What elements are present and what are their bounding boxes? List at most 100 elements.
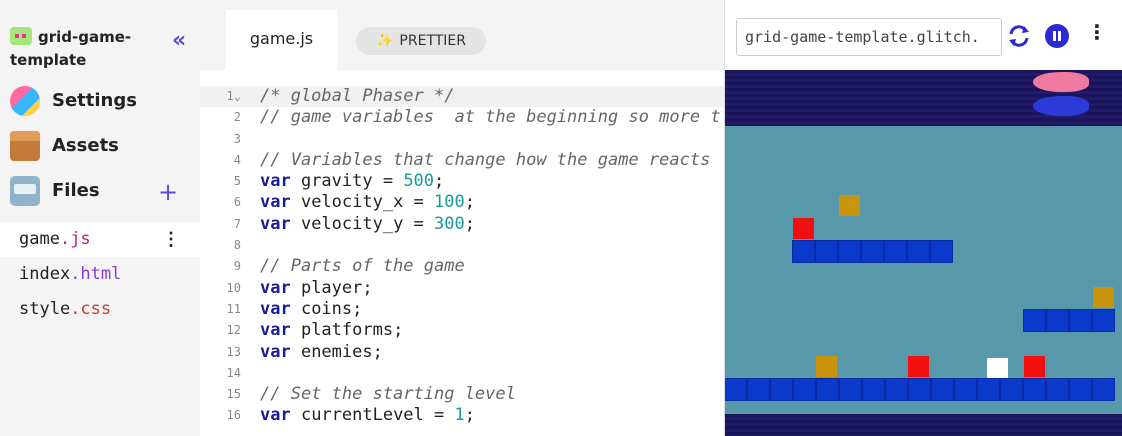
line-number: 12 (226, 323, 241, 338)
ground-tile (816, 378, 839, 401)
editor-tab-bar: game.js ✨ PRETTIER (200, 0, 724, 70)
game-canvas[interactable] (725, 70, 1122, 436)
collapse-sidebar-icon[interactable]: « (172, 28, 186, 53)
file-name: game (19, 229, 60, 249)
project-logo-icon (10, 27, 32, 45)
file-item-style-css[interactable]: style.css (0, 292, 200, 327)
platform-tile (861, 240, 884, 263)
code-line[interactable]: 8 (200, 235, 724, 256)
code-text: var velocity_x = 100; (260, 192, 475, 213)
assets-icon (10, 131, 40, 161)
line-number: 5 (233, 174, 241, 189)
platform-tile (884, 240, 907, 263)
ground-tile (1069, 378, 1092, 401)
line-number: 6 (233, 195, 241, 210)
code-line[interactable]: 4 // Variables that change how the game r… (200, 150, 724, 171)
code-line[interactable]: 10 var player; (200, 278, 724, 299)
enemy-tile (793, 218, 814, 239)
code-line[interactable]: 6 var velocity_x = 100; (200, 192, 724, 213)
code-text: // Variables that change how the game re… (260, 149, 711, 170)
enemy-tile (908, 356, 929, 377)
sparkle-icon: ✨ (375, 33, 394, 49)
line-number: 10 (226, 280, 241, 295)
files-icon (10, 176, 40, 206)
code-line[interactable]: 16 var currentLevel = 1; (200, 405, 724, 426)
file-options-icon[interactable]: ⋮ (162, 222, 180, 257)
nav-assets[interactable]: Assets (10, 128, 190, 164)
project-name[interactable]: grid-game-template (10, 26, 160, 72)
code-line[interactable]: 3 (200, 129, 724, 150)
code-line[interactable]: 2 // game variables at the beginning so m… (200, 107, 724, 128)
coin-tile (839, 195, 860, 216)
line-number: 2 (233, 110, 241, 125)
code-area[interactable]: 1⌄ /* global Phaser */ 2 // game variables … (200, 86, 724, 427)
code-line[interactable]: 12 var platforms; (200, 320, 724, 341)
code-line[interactable]: 5 var gravity = 500; (200, 171, 724, 192)
code-line[interactable]: 9 // Parts of the game (200, 256, 724, 277)
ground-tile (839, 378, 862, 401)
ground-tile (747, 378, 770, 401)
ground-tile (885, 378, 908, 401)
ground-tile (1023, 378, 1046, 401)
prettier-button[interactable]: ✨ PRETTIER (356, 27, 486, 55)
more-options-icon[interactable]: ⋮ (1087, 20, 1107, 44)
nav-settings[interactable]: Settings (10, 83, 190, 119)
ground-tile (1092, 378, 1115, 401)
ground-tile (1000, 378, 1023, 401)
code-text: var enemies; (260, 341, 383, 362)
line-number: 16 (226, 408, 241, 423)
ground-tile (862, 378, 885, 401)
file-name: style (19, 299, 71, 319)
coin-tile (1093, 287, 1114, 308)
nav-settings-label: Settings (52, 90, 137, 111)
code-line[interactable]: 1⌄ /* global Phaser */ (200, 86, 724, 108)
line-number: 13 (226, 344, 241, 359)
tab-game-js[interactable]: game.js (226, 10, 337, 70)
code-text: var player; (260, 277, 373, 298)
code-line[interactable]: 13 var enemies; (200, 342, 724, 363)
file-list: game.js ⋮ index.html style.css (0, 222, 200, 327)
code-line[interactable]: 14 (200, 363, 724, 384)
code-line[interactable]: 7 var velocity_y = 300; (200, 214, 724, 235)
line-number: 14 (226, 365, 241, 380)
code-text: var currentLevel = 1; (260, 405, 475, 426)
platform-tile (1046, 309, 1069, 332)
preview-toolbar: grid-game-template.glitch. ⋮ (725, 0, 1122, 70)
file-ext: .css (70, 299, 112, 319)
code-text: // game variables at the beginning so mo… (260, 107, 721, 128)
file-ext: .js (59, 229, 91, 249)
line-number: 7 (233, 216, 241, 231)
platform-tile (1023, 309, 1046, 332)
preview-url-input[interactable]: grid-game-template.glitch. (736, 18, 1002, 56)
platform-tile (907, 240, 930, 263)
platform-tile (815, 240, 838, 263)
fish-logo-icon (1033, 96, 1089, 116)
code-line[interactable]: 11 var coins; (200, 299, 724, 320)
ground-tile (908, 378, 931, 401)
add-file-button[interactable]: + (158, 178, 178, 206)
line-number: 3 (233, 131, 241, 146)
code-text: var coins; (260, 298, 363, 319)
player-tile (987, 358, 1008, 379)
settings-icon (10, 86, 40, 116)
platform-tile (1092, 309, 1115, 332)
code-text: var gravity = 500; (260, 171, 445, 192)
file-item-index-html[interactable]: index.html (0, 257, 200, 292)
refresh-icon[interactable] (1007, 24, 1031, 48)
line-number: 11 (226, 301, 241, 316)
code-line[interactable]: 15 // Set the starting level (200, 384, 724, 405)
code-editor: game.js ✨ PRETTIER 1⌄/* global Phaser */2… (200, 0, 724, 436)
sidebar: grid-game-template « Settings Assets Fil… (0, 0, 200, 436)
pause-icon[interactable] (1045, 24, 1069, 48)
platform-tile (838, 240, 861, 263)
line-number: 8 (233, 238, 241, 253)
ground-tile (725, 378, 747, 401)
line-number: 15 (226, 387, 241, 402)
ground-tile (954, 378, 977, 401)
platform-tile (930, 240, 953, 263)
game-bottom-band (725, 414, 1122, 436)
coin-tile (816, 356, 837, 377)
code-text: // Set the starting level (260, 384, 516, 405)
preview-pane: grid-game-template.glitch. ⋮ (724, 0, 1122, 436)
file-item-game-js[interactable]: game.js ⋮ (0, 222, 200, 257)
